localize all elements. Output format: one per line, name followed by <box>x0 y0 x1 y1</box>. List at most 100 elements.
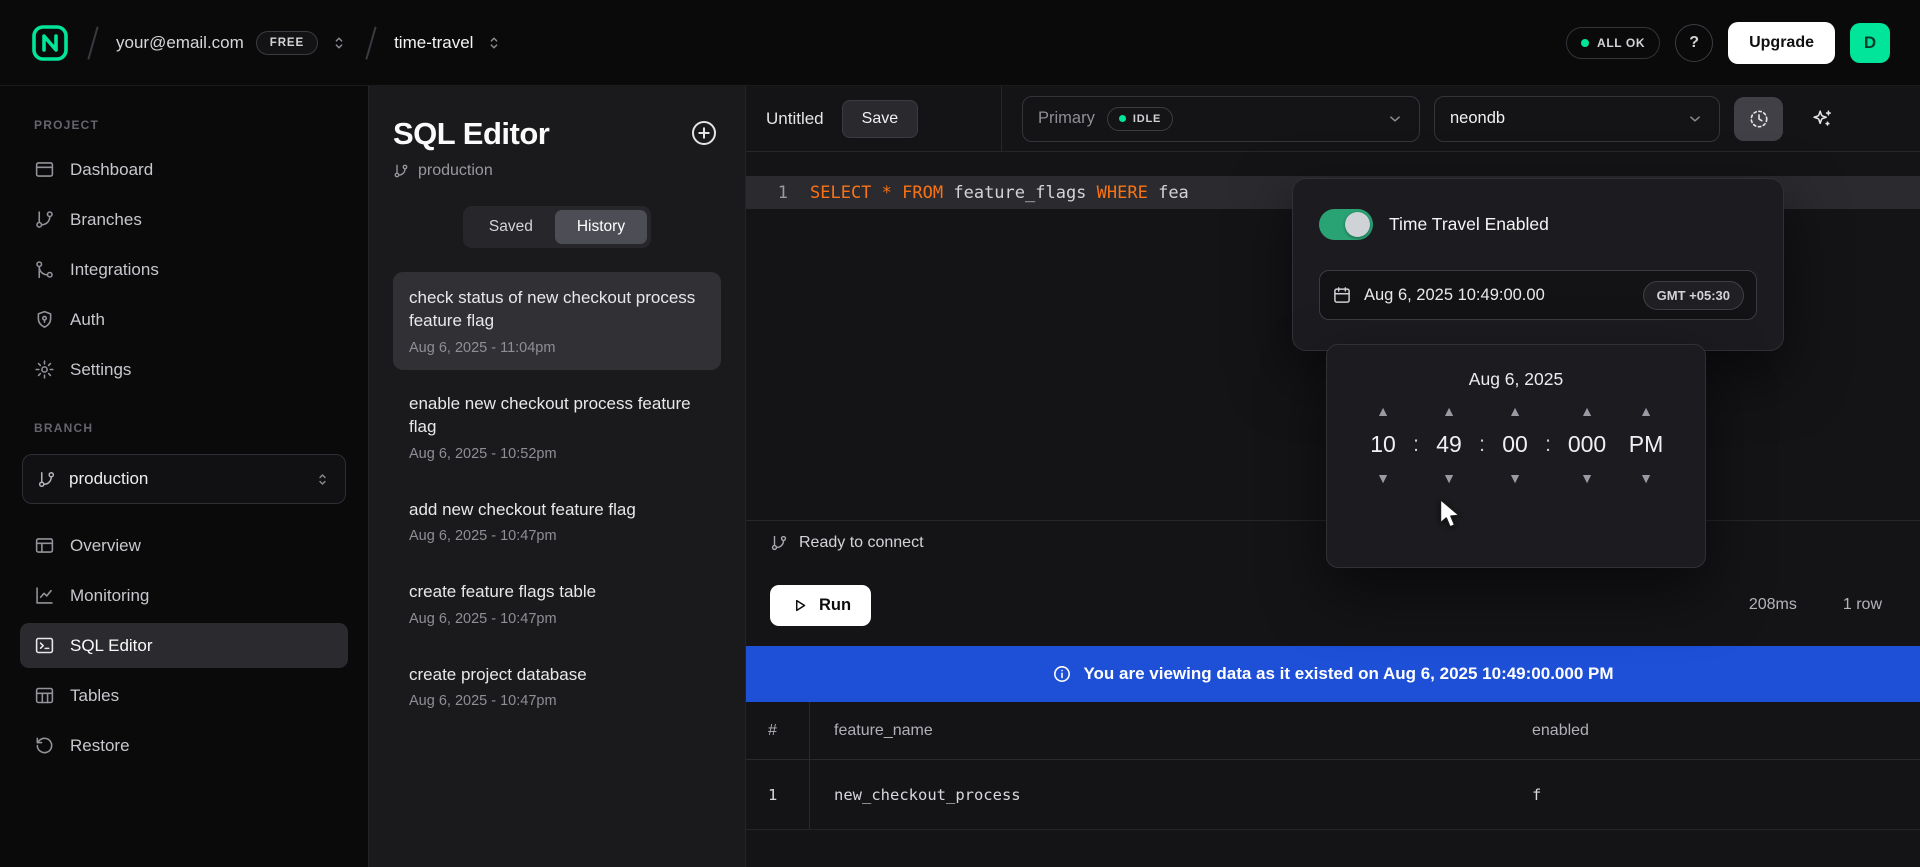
colon-separator: : <box>1410 433 1422 457</box>
datetime-input[interactable]: Aug 6, 2025 10:49:00.00 GMT +05:30 <box>1319 270 1757 320</box>
sql-editor-content[interactable]: SELECT * FROM feature_flags WHERE fea <box>810 183 1189 203</box>
chevron-updown-icon[interactable] <box>485 34 503 52</box>
minute-up-button[interactable]: ▲ <box>1438 400 1460 422</box>
minute-down-button[interactable]: ▼ <box>1438 467 1460 489</box>
sidebar-item-label: Tables <box>70 686 119 706</box>
sidebar-item-integrations[interactable]: Integrations <box>20 247 348 292</box>
cell-enabled: f <box>1508 760 1920 829</box>
sidebar-item-auth[interactable]: Auth <box>20 297 348 342</box>
hour-value: 10 <box>1370 431 1396 458</box>
meridiem-down-button[interactable]: ▼ <box>1635 467 1657 489</box>
git-branch-icon <box>37 470 56 489</box>
new-query-button[interactable] <box>687 116 721 150</box>
sidebar-item-sql-editor[interactable]: SQL Editor <box>20 623 348 668</box>
compute-status-label: IDLE <box>1133 113 1161 125</box>
sidebar-item-label: Restore <box>70 736 130 756</box>
editor-toolbar: Untitled Save Primary IDLE neondb <box>746 86 1920 152</box>
sidebar-item-dashboard[interactable]: Dashboard <box>20 147 348 192</box>
history-item-date: Aug 6, 2025 - 11:04pm <box>409 340 705 356</box>
history-item[interactable]: add new checkout feature flag Aug 6, 202… <box>393 484 721 558</box>
query-row-count: 1 row <box>1843 596 1882 614</box>
sidebar-item-label: Settings <box>70 360 131 380</box>
sql-token <box>871 183 881 203</box>
database-selector[interactable]: neondb <box>1434 96 1720 142</box>
panel-branch-label: production <box>418 162 493 180</box>
top-header: your@email.com FREE time-travel ALL OK ?… <box>0 0 1920 86</box>
second-down-button[interactable]: ▼ <box>1504 467 1526 489</box>
chevron-updown-icon[interactable] <box>330 34 348 52</box>
neon-logo[interactable] <box>30 23 70 63</box>
query-duration: 208ms <box>1749 596 1797 614</box>
breadcrumb-separator <box>364 26 378 60</box>
history-item-date: Aug 6, 2025 - 10:47pm <box>409 611 705 627</box>
database-name: neondb <box>1450 109 1505 128</box>
time-travel-toggle[interactable] <box>1319 209 1373 240</box>
status-badge[interactable]: ALL OK <box>1566 27 1660 59</box>
hour-down-button[interactable]: ▼ <box>1372 467 1394 489</box>
minute-value: 49 <box>1436 431 1462 458</box>
breadcrumb-account[interactable]: your@email.com FREE <box>116 31 348 55</box>
sidebar-item-label: Branches <box>70 210 142 230</box>
history-item-title: create feature flags table <box>409 580 705 603</box>
sparkles-icon <box>1811 108 1833 130</box>
chevron-down-icon <box>1386 110 1404 128</box>
sql-token: feature_flags <box>943 183 1097 203</box>
run-button-label: Run <box>819 596 851 615</box>
sidebar-item-tables[interactable]: Tables <box>20 673 348 718</box>
sidebar-item-monitoring[interactable]: Monitoring <box>20 573 348 618</box>
sidebar-item-branches[interactable]: Branches <box>20 197 348 242</box>
status-dot-icon <box>1119 115 1126 122</box>
second-stepper: ▲ 00 ▼ <box>1492 400 1538 489</box>
branch-selector[interactable]: production <box>22 454 346 504</box>
avatar[interactable]: D <box>1850 23 1890 63</box>
run-button[interactable]: Run <box>770 585 871 626</box>
help-button[interactable]: ? <box>1675 24 1713 62</box>
sidebar-item-restore[interactable]: Restore <box>20 723 348 768</box>
sql-token: FROM <box>902 183 943 203</box>
sql-token: SELECT <box>810 183 871 203</box>
meridiem-up-button[interactable]: ▲ <box>1635 400 1657 422</box>
status-dot-icon <box>1581 39 1589 47</box>
minute-stepper: ▲ 49 ▼ <box>1426 400 1472 489</box>
panel-title: SQL Editor <box>393 116 549 152</box>
millisecond-stepper: ▲ 000 ▼ <box>1558 400 1616 489</box>
history-item[interactable]: enable new checkout process feature flag… <box>393 378 721 476</box>
chart-icon <box>34 585 55 606</box>
history-item-date: Aug 6, 2025 - 10:47pm <box>409 528 705 544</box>
hour-up-button[interactable]: ▲ <box>1372 400 1394 422</box>
tab-history[interactable]: History <box>555 210 647 244</box>
sidebar-item-settings[interactable]: Settings <box>20 347 348 392</box>
millisecond-down-button[interactable]: ▼ <box>1576 467 1598 489</box>
tab-saved[interactable]: Saved <box>467 210 555 244</box>
millisecond-up-button[interactable]: ▲ <box>1576 400 1598 422</box>
second-up-button[interactable]: ▲ <box>1504 400 1526 422</box>
timezone-badge: GMT +05:30 <box>1643 281 1744 310</box>
shield-icon <box>34 309 55 330</box>
upgrade-button[interactable]: Upgrade <box>1728 22 1835 64</box>
history-item[interactable]: create feature flags table Aug 6, 2025 -… <box>393 566 721 640</box>
line-number: 1 <box>746 183 810 203</box>
sidebar-item-label: Overview <box>70 536 141 556</box>
colon-separator: : <box>1542 433 1554 457</box>
sql-token <box>892 183 902 203</box>
compute-status-badge: IDLE <box>1107 107 1173 131</box>
chevron-updown-icon <box>314 471 331 488</box>
time-travel-button[interactable] <box>1734 97 1783 141</box>
history-item-title: check status of new checkout process fea… <box>409 286 705 333</box>
ai-assist-button[interactable] <box>1797 97 1846 141</box>
saved-history-tabs: Saved History <box>463 206 651 248</box>
sidebar-item-overview[interactable]: Overview <box>20 523 348 568</box>
gear-icon <box>34 359 55 380</box>
compute-selector[interactable]: Primary IDLE <box>1022 96 1420 142</box>
time-travel-banner: You are viewing data as it existed on Au… <box>746 646 1920 702</box>
panel-branch: production <box>393 162 721 180</box>
sql-token: WHERE <box>1097 183 1148 203</box>
breadcrumb-project[interactable]: time-travel <box>394 33 503 53</box>
save-button[interactable]: Save <box>842 100 918 138</box>
status-badge-label: ALL OK <box>1597 36 1645 50</box>
sidebar-item-label: Dashboard <box>70 160 153 180</box>
restore-history-icon <box>34 735 55 756</box>
history-item[interactable]: create project database Aug 6, 2025 - 10… <box>393 649 721 723</box>
time-travel-toggle-label: Time Travel Enabled <box>1389 214 1549 235</box>
history-item[interactable]: check status of new checkout process fea… <box>393 272 721 370</box>
